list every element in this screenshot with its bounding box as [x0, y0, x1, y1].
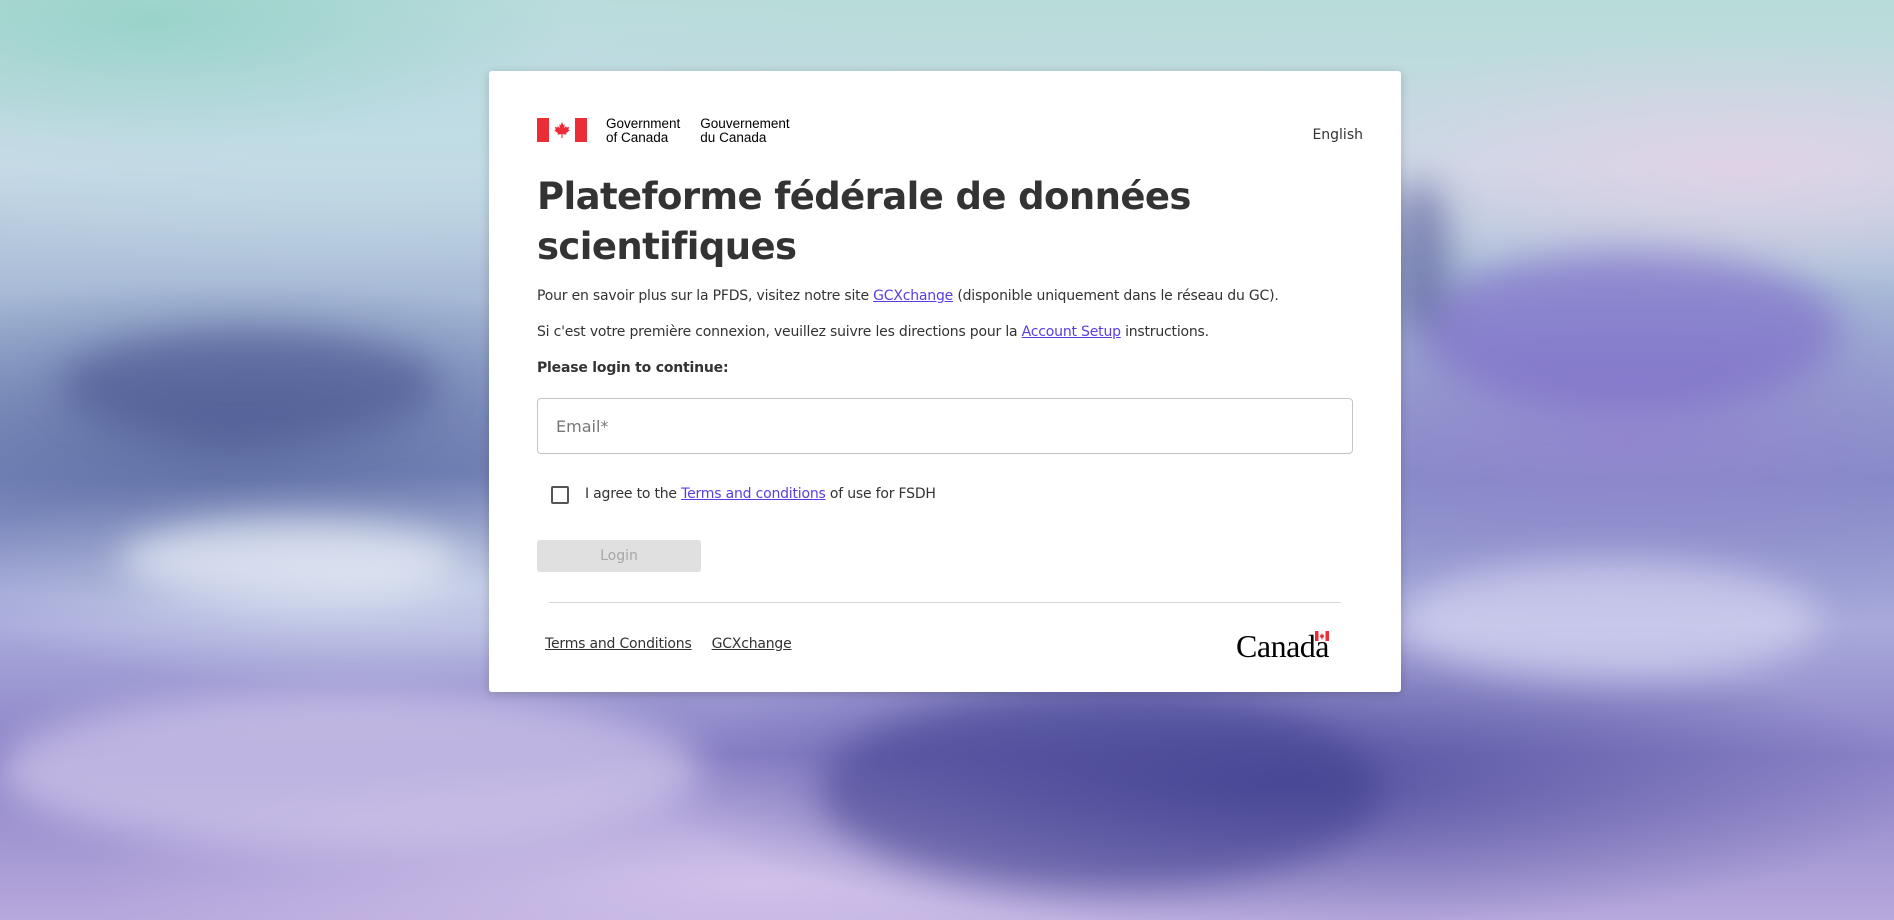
intro-text: Pour en savoir plus sur la PFDS, visitez…	[537, 288, 874, 304]
intro-text: instructions.	[1120, 324, 1209, 340]
signature-english: Government of Canada	[606, 116, 681, 145]
intro-paragraph-gcxchange: Pour en savoir plus sur la PFDS, visitez…	[537, 288, 1279, 304]
intro-text: (disponible uniquement dans le réseau du…	[953, 288, 1279, 304]
language-toggle-link[interactable]: English	[1312, 127, 1363, 143]
page-title: Plateforme fédérale de données scientifi…	[537, 175, 1191, 268]
wordmark-flag-icon	[1315, 631, 1329, 641]
checkbox-unchecked-icon[interactable]	[551, 486, 569, 504]
intro-paragraph-account-setup: Si c'est votre première connexion, veuil…	[537, 324, 1209, 340]
login-card: Government of Canada Gouvernement du Can…	[489, 71, 1401, 692]
signature-french: Gouvernement du Canada	[700, 116, 790, 145]
terms-agreement-label: I agree to the Terms and conditions of u…	[585, 486, 936, 502]
account-setup-link[interactable]: Account Setup	[1022, 324, 1121, 340]
footer-gcxchange-link[interactable]: GCXchange	[712, 636, 792, 652]
canada-flag-icon	[537, 118, 587, 142]
footer-links: Terms and Conditions GCXchange	[545, 636, 792, 652]
gcxchange-link[interactable]: GCXchange	[873, 288, 953, 304]
footer-terms-link[interactable]: Terms and Conditions	[545, 636, 692, 652]
intro-text: Si c'est votre première connexion, veuil…	[537, 324, 1022, 340]
agree-text: I agree to the	[585, 486, 682, 502]
login-prompt: Please login to continue:	[537, 360, 729, 376]
login-page: Government of Canada Gouvernement du Can…	[0, 0, 1894, 920]
terms-and-conditions-link[interactable]: Terms and conditions	[681, 486, 826, 502]
login-button[interactable]: Login	[537, 540, 701, 572]
agree-text: of use for FSDH	[825, 486, 936, 502]
email-input[interactable]	[537, 398, 1353, 454]
footer-divider	[549, 602, 1341, 603]
government-signature: Government of Canada Gouvernement du Can…	[537, 116, 790, 145]
